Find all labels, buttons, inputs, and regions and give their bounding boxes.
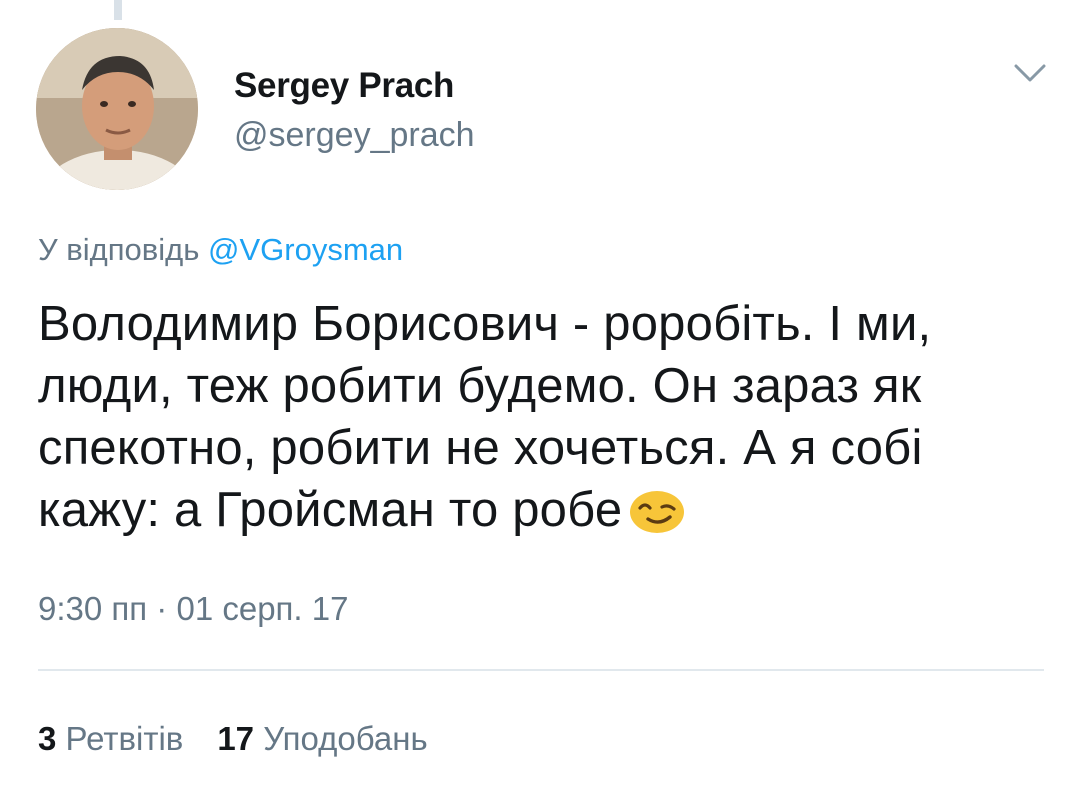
tweet-timestamp[interactable]: 9:30 пп · 01 серп. 17 (38, 590, 348, 628)
reply-mention-link[interactable]: @VGroysman (208, 232, 403, 267)
retweets-stat[interactable]: 3 Ретвітів (38, 720, 183, 757)
chevron-down-icon[interactable] (1010, 58, 1050, 88)
likes-stat[interactable]: 17 Уподобань (217, 720, 427, 757)
tweet-stats: 3 Ретвітів 17 Уподобань (38, 720, 462, 758)
winking-face-icon (628, 487, 686, 549)
likes-label: Уподобань (263, 720, 428, 757)
likes-count: 17 (217, 720, 255, 757)
tweet-text: Володимир Борисович - роробіть. І ми, лю… (38, 297, 932, 537)
divider (38, 669, 1044, 671)
reply-prefix: У відповідь (38, 232, 208, 267)
thread-connector-line (114, 0, 122, 20)
author-name[interactable]: Sergey Prach (234, 66, 454, 106)
retweets-label: Ретвітів (65, 720, 184, 757)
author-handle[interactable]: @sergey_prach (234, 116, 475, 155)
avatar[interactable] (36, 28, 198, 190)
tweet-body: Володимир Борисович - роробіть. І ми, лю… (38, 293, 1048, 549)
retweets-count: 3 (38, 720, 57, 757)
reply-context: У відповідь @VGroysman (38, 232, 403, 268)
